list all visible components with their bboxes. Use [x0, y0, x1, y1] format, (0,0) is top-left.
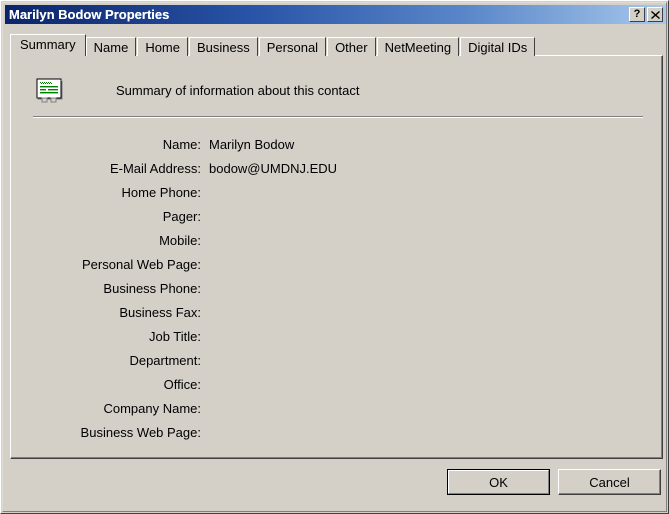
field-label: Company Name: [103, 400, 201, 416]
window-title: Marilyn Bodow Properties [9, 7, 170, 22]
window-inner-frame: Marilyn Bodow Properties ? Summary Name … [2, 2, 667, 512]
field-row-job-title: Job Title: [11, 324, 661, 348]
field-row-name: Name: Marilyn Bodow [11, 132, 661, 156]
dialog-button-bar: OK Cancel [3, 455, 666, 511]
panel-inner-frame: Summary of information about this contac… [11, 56, 662, 458]
tab-strip: Summary Name Home Business Personal Othe… [10, 34, 536, 56]
summary-header: Summary of information about this contac… [33, 72, 360, 108]
field-row-business-phone: Business Phone: [11, 276, 661, 300]
field-row-home-phone: Home Phone: [11, 180, 661, 204]
title-bar[interactable]: Marilyn Bodow Properties ? [5, 5, 666, 24]
properties-dialog-window: Marilyn Bodow Properties ? Summary Name … [0, 0, 669, 514]
field-value: bodow@UMDNJ.EDU [209, 160, 338, 176]
field-row-mobile: Mobile: [11, 228, 661, 252]
tab-summary[interactable]: Summary [10, 34, 86, 56]
cancel-button[interactable]: Cancel [558, 469, 661, 495]
field-row-office: Office: [11, 372, 661, 396]
ok-button[interactable]: OK [447, 469, 550, 495]
field-label: Personal Web Page: [82, 256, 201, 272]
field-label: Name: [162, 136, 201, 152]
field-label: Job Title: [148, 328, 201, 344]
field-row-department: Department: [11, 348, 661, 372]
field-row-email-address: E-Mail Address: bodow@UMDNJ.EDU [11, 156, 661, 180]
contact-card-icon [33, 74, 65, 106]
field-label: Business Web Page: [80, 424, 201, 440]
header-separator [33, 116, 643, 118]
field-row-business-web-page: Business Web Page: [11, 420, 661, 444]
ok-button-label: OK [489, 474, 508, 490]
field-label: Mobile: [159, 232, 201, 248]
summary-field-list: Name: Marilyn Bodow E-Mail Address: bodo… [11, 132, 661, 444]
tab-name[interactable]: Name [85, 37, 137, 56]
cancel-button-label: Cancel [589, 474, 630, 490]
field-label: Home Phone: [121, 184, 202, 200]
help-icon[interactable]: ? [629, 7, 645, 22]
field-label: Department: [129, 352, 201, 368]
field-label: E-Mail Address: [109, 160, 201, 176]
field-row-business-fax: Business Fax: [11, 300, 661, 324]
tab-home[interactable]: Home [137, 37, 188, 56]
field-value: Marilyn Bodow [209, 136, 295, 152]
title-bar-buttons: ? [629, 7, 666, 22]
field-label: Business Phone: [103, 280, 201, 296]
summary-tab-panel: Summary of information about this contac… [10, 55, 663, 459]
tab-business[interactable]: Business [189, 37, 258, 56]
field-row-personal-web-page: Personal Web Page: [11, 252, 661, 276]
tab-digital-ids[interactable]: Digital IDs [460, 37, 536, 56]
field-label: Pager: [162, 208, 201, 224]
field-label: Office: [163, 376, 201, 392]
tab-personal[interactable]: Personal [258, 37, 327, 56]
field-row-pager: Pager: [11, 204, 661, 228]
field-label: Business Fax: [119, 304, 201, 320]
summary-caption: Summary of information about this contac… [116, 82, 360, 98]
close-icon[interactable] [647, 7, 663, 22]
tab-other[interactable]: Other [327, 37, 376, 56]
tab-netmeeting[interactable]: NetMeeting [376, 37, 460, 56]
field-row-company-name: Company Name: [11, 396, 661, 420]
